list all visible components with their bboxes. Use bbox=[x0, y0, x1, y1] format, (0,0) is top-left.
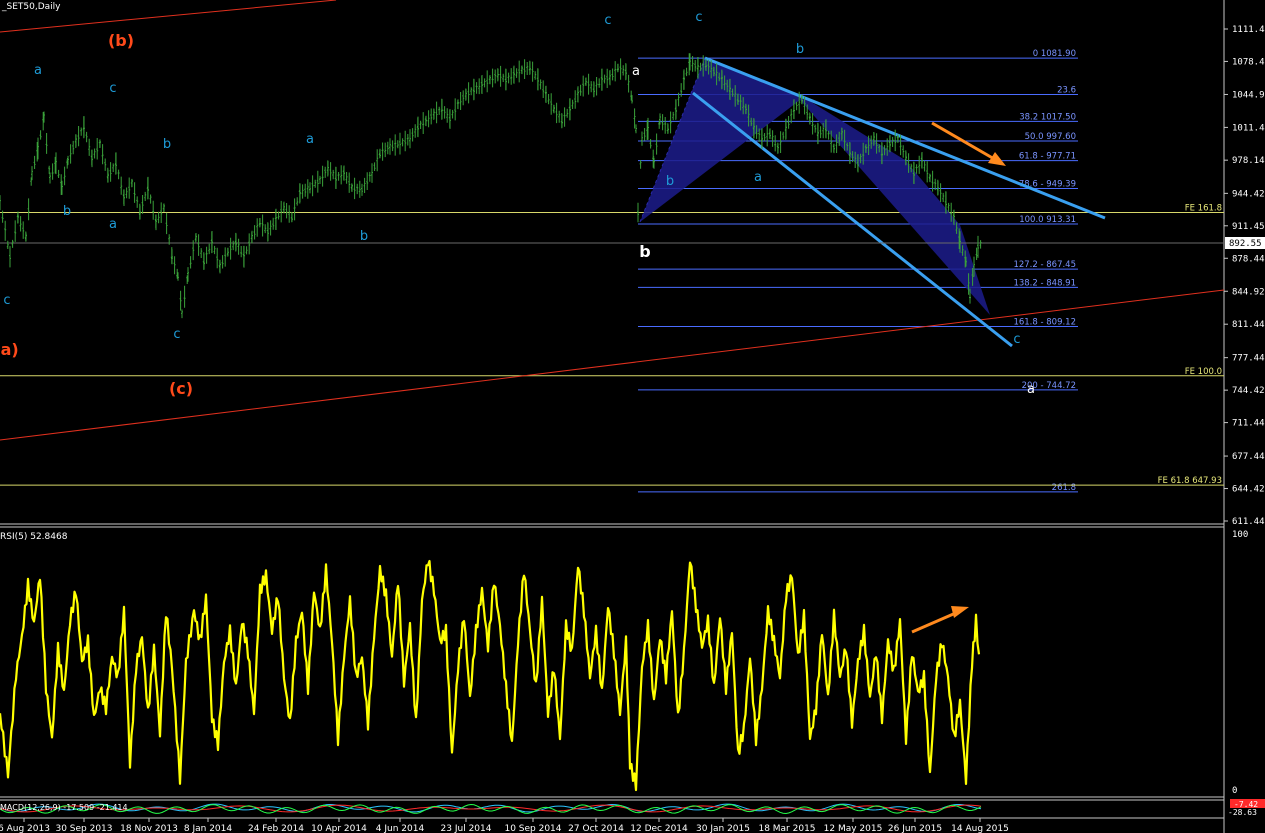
wave-label: b bbox=[796, 42, 804, 57]
price-tick-label: 677.44 bbox=[1232, 452, 1265, 462]
wave-label: (c) bbox=[169, 379, 193, 398]
price-tick-label: 611.44 bbox=[1232, 517, 1265, 527]
wave-label: b bbox=[163, 137, 171, 152]
svg-text:892.55: 892.55 bbox=[1229, 239, 1262, 249]
wave-label: b bbox=[360, 229, 368, 244]
fe-level-label: FE 161.8 bbox=[1185, 203, 1222, 213]
wave-label: a bbox=[1027, 382, 1035, 397]
wave-label: c bbox=[3, 293, 10, 308]
trading-chart: 0 1081.90 23.6 38.2 1017.50 50.0 997.60 61.8… bbox=[0, 0, 1265, 833]
fib-level-label: 38.2 1017.50 bbox=[1019, 112, 1076, 122]
price-tick-label: 1044.92 bbox=[1232, 90, 1265, 100]
price-tick-label: 978.14 bbox=[1232, 156, 1265, 166]
price-tick-label: 844.92 bbox=[1232, 287, 1265, 297]
rsi-series bbox=[0, 559, 981, 792]
fib-level-label: 138.2 - 848.91 bbox=[1013, 278, 1076, 288]
fib-level-label: 0 1081.90 bbox=[1033, 49, 1076, 59]
date-tick-label: 12 May 2015 bbox=[824, 824, 883, 833]
date-tick-label: 14 Aug 2015 bbox=[951, 824, 1009, 833]
fib-level-label: 127.2 - 867.45 bbox=[1013, 260, 1076, 270]
date-tick-label: 27 Oct 2014 bbox=[568, 824, 624, 833]
chart-title: _SET50,Daily bbox=[1, 2, 61, 12]
fib-level-label: 61.8 - 977.71 bbox=[1019, 152, 1076, 162]
wave-labels: (b) (a) (c) a c b b a c a c b c c a b b a b c a bbox=[0, 10, 1035, 398]
fib-level-label: 100.0 913.31 bbox=[1019, 215, 1076, 225]
date-tick-label: 10 Sep 2014 bbox=[504, 824, 561, 833]
trendline-red-lower bbox=[0, 289, 1225, 441]
date-tick-label: 18 Nov 2013 bbox=[120, 824, 178, 833]
date-tick-label: 6 Aug 2013 bbox=[0, 824, 50, 833]
price-tick-label: 944.42 bbox=[1232, 189, 1265, 199]
date-axis: 6 Aug 2013 30 Sep 2013 18 Nov 2013 8 Jan 20… bbox=[0, 818, 1009, 833]
wave-label: a bbox=[754, 170, 762, 185]
macd-title: MACD(12,26,9) -17.509 -21.414 bbox=[0, 803, 128, 812]
fe-level-label: FE 61.8 647.93 bbox=[1158, 476, 1222, 486]
fe-levels: FE 161.8 FE 100.0 FE 61.8 647.93 bbox=[0, 203, 1224, 486]
wave-label: a bbox=[109, 217, 117, 232]
date-tick-label: 12 Dec 2014 bbox=[630, 824, 688, 833]
fib-level-label: 161.8 - 809.12 bbox=[1013, 317, 1076, 327]
price-tick-label: 878.44 bbox=[1232, 254, 1265, 264]
price-tick-label: 744.42 bbox=[1232, 386, 1265, 396]
macd-panel bbox=[0, 803, 982, 815]
fe-level-label: FE 100.0 bbox=[1185, 367, 1222, 377]
price-tick-label: 1078.49 bbox=[1232, 57, 1265, 67]
fib-level-label: 23.6 bbox=[1057, 85, 1076, 95]
price-axis: 1111.44 1078.49 1044.92 1011.44 978.14 944.42… bbox=[1224, 25, 1265, 527]
fib-level-label: 50.0 997.60 bbox=[1025, 132, 1076, 142]
price-tick-label: 1011.44 bbox=[1232, 123, 1265, 133]
date-tick-label: 23 Jul 2014 bbox=[441, 824, 492, 833]
rsi-line bbox=[0, 559, 981, 792]
date-tick-label: 4 Jun 2014 bbox=[376, 824, 425, 833]
price-tick-label: 644.42 bbox=[1232, 485, 1265, 495]
date-tick-label: 24 Feb 2014 bbox=[248, 824, 304, 833]
arrow-up-rsi bbox=[911, 606, 969, 634]
price-bars bbox=[0, 53, 982, 319]
price-series bbox=[0, 53, 982, 319]
wave-label: c bbox=[604, 13, 611, 28]
wave-label: a bbox=[632, 64, 640, 79]
wave-label: a bbox=[306, 132, 314, 147]
wave-label: b bbox=[666, 174, 674, 189]
pattern-triangle-left bbox=[640, 58, 800, 222]
rsi-title: RSI(5) 52.8468 bbox=[0, 532, 68, 542]
rsi-tick-100: 100 bbox=[1232, 530, 1248, 540]
wave-label: (b) bbox=[108, 31, 134, 50]
current-price-badge: 892.55 bbox=[1225, 237, 1265, 249]
wave-label: c bbox=[173, 327, 180, 342]
wave-label: a bbox=[34, 63, 42, 78]
price-tick-label: 911.45 bbox=[1232, 222, 1265, 232]
wave-label: b bbox=[63, 204, 71, 219]
date-tick-label: 10 Apr 2014 bbox=[311, 824, 367, 833]
date-tick-label: 18 Mar 2015 bbox=[758, 824, 815, 833]
date-tick-label: 8 Jan 2014 bbox=[184, 824, 232, 833]
rsi-tick-0: 0 bbox=[1232, 786, 1237, 796]
wave-label: (a) bbox=[0, 340, 19, 359]
price-tick-label: 711.44 bbox=[1232, 419, 1265, 429]
date-tick-label: 26 Jun 2015 bbox=[888, 824, 942, 833]
date-tick-label: 30 Jan 2015 bbox=[696, 824, 750, 833]
pattern-triangle-right bbox=[800, 95, 990, 315]
fib-level-label: 261.8 bbox=[1052, 483, 1076, 493]
wave-label: c bbox=[1013, 332, 1020, 347]
price-tick-label: 811.44 bbox=[1232, 320, 1265, 330]
wave-label: b bbox=[639, 242, 650, 261]
date-tick-label: 30 Sep 2013 bbox=[55, 824, 112, 833]
wave-label: c bbox=[695, 10, 702, 25]
wave-label: c bbox=[109, 81, 116, 96]
price-tick-label: 1111.44 bbox=[1232, 25, 1265, 35]
arrow-down-price bbox=[931, 121, 1006, 166]
price-tick-label: 777.44 bbox=[1232, 354, 1265, 364]
macd-tick-low: -28.63 bbox=[1228, 808, 1257, 817]
